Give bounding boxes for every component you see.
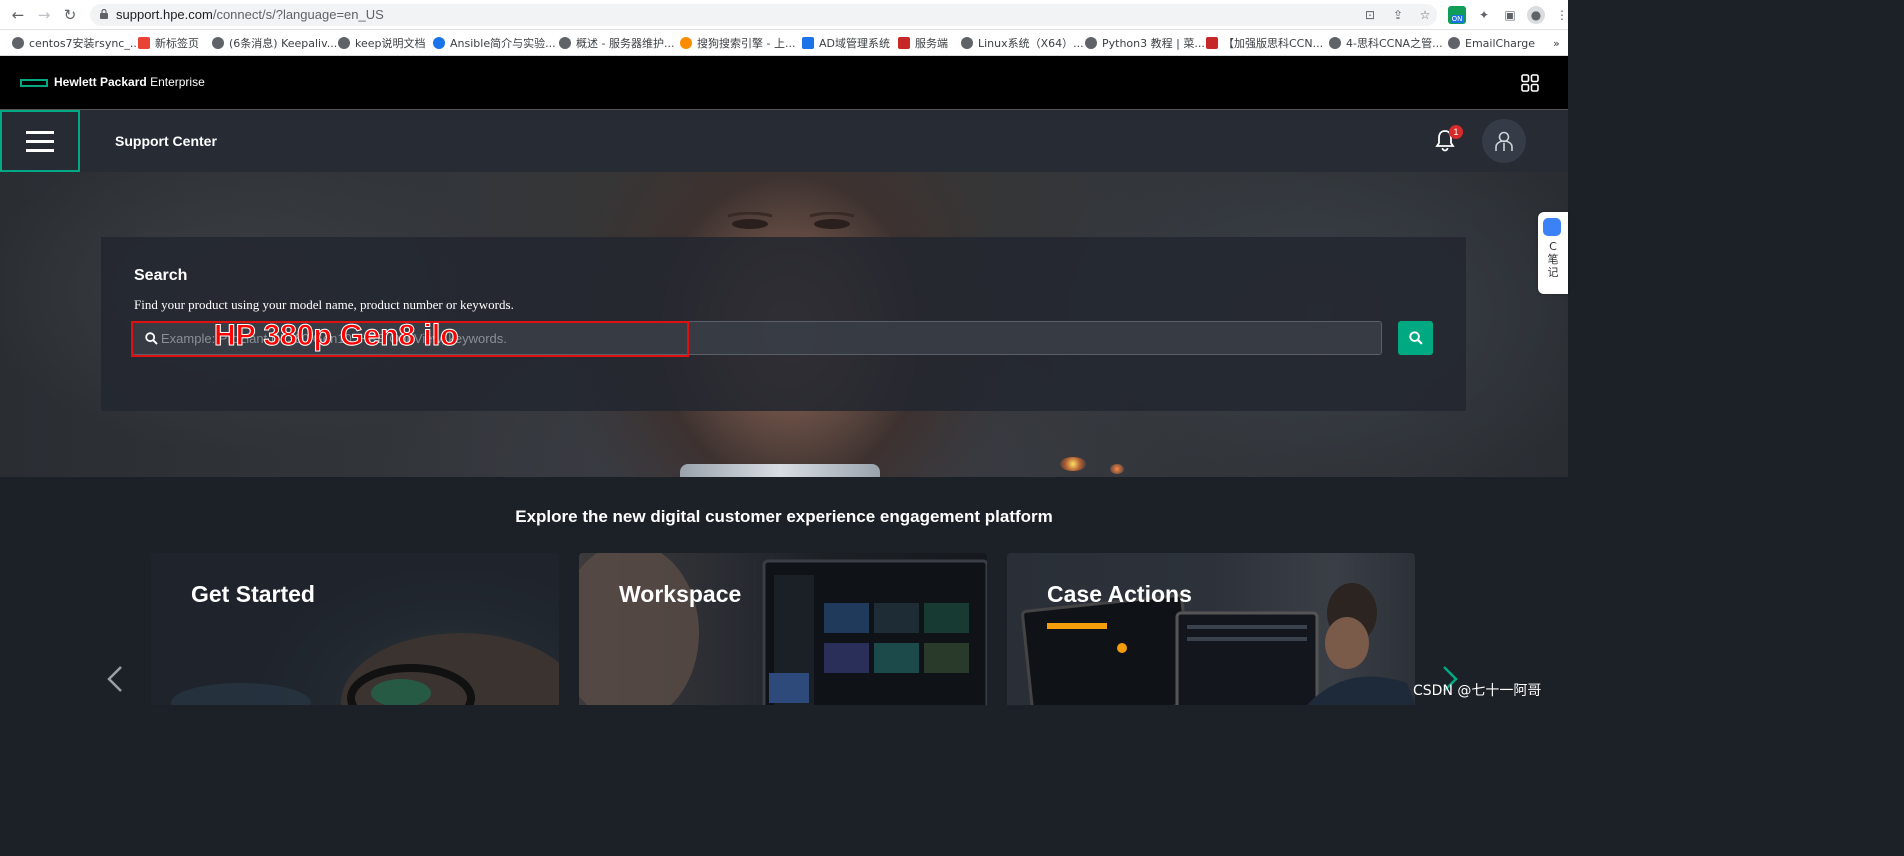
user-icon [1495,131,1513,151]
hero-image [727,212,855,229]
user-account-button[interactable] [1482,119,1526,163]
bookmark-item[interactable]: Ansible简介与实验... [433,35,556,51]
carousel-prev-icon[interactable] [105,665,125,693]
forward-icon[interactable]: → [34,5,54,25]
url-text: support.hpe.com/connect/s/?language=en_U… [116,7,384,22]
bookmark-star-icon[interactable]: ☆ [1417,7,1433,23]
bookmark-item[interactable]: AD域管理系统 [802,35,890,51]
card-title: Get Started [191,581,315,607]
bookmark-item[interactable]: 服务端 [898,35,948,51]
globe-icon [1329,37,1341,49]
search-button[interactable] [1398,321,1433,355]
search-subtitle: Find your product using your model name,… [134,297,514,312]
side-note-widget[interactable]: C笔记 [1538,212,1568,294]
watermark-text: CSDN @七十一阿哥 [1413,683,1542,699]
hpe-brand-name[interactable]: Hewlett Packard Enterprise [54,75,205,89]
card-case-actions[interactable]: Case Actions [1007,553,1415,705]
globe-icon [12,37,24,49]
51cto-icon [1206,37,1218,49]
bookmark-item[interactable]: 4-思科CCNA之管... [1329,35,1443,51]
profile-icon[interactable]: ● [1527,6,1545,24]
bokeh-light [1110,464,1124,474]
globe-icon [1448,37,1460,49]
card-title: Workspace [619,581,742,607]
menu-kebab-icon[interactable]: ⋮ [1553,6,1571,24]
menu-hamburger-icon[interactable] [0,110,80,172]
sogou-icon [680,37,692,49]
bookmarks-overflow-icon[interactable]: » [1553,35,1560,51]
translate-icon[interactable]: ⊡ [1362,7,1378,23]
bokeh-light [1060,457,1086,471]
hpe-header: Hewlett Packard Enterprise [0,56,1568,110]
card-workspace[interactable]: Workspace [579,553,987,705]
bookmark-item[interactable]: keep说明文档 [338,35,426,51]
card-image [171,633,559,705]
lock-icon [100,9,108,19]
bookmark-item[interactable]: Python3 教程 | 菜... [1085,35,1205,51]
card-image [579,553,987,705]
support-header: Support Center 1 [0,110,1568,172]
globe-icon [338,37,350,49]
bookmark-item[interactable]: 【加强版思科CCN... [1206,35,1323,51]
bookmark-item[interactable]: 搜狗搜索引擎 - 上... [680,35,795,51]
card-title: Case Actions [1047,581,1192,607]
apps-grid-icon[interactable] [1521,74,1539,92]
bookmark-item[interactable]: centos7安装rsync_... [12,35,140,51]
reload-icon[interactable]: ↻ [60,5,80,25]
card-image [1021,583,1415,705]
browser-toolbar: ← → ↻ support.hpe.com/connect/s/?languag… [0,0,1568,30]
ad-icon [802,37,814,49]
newtab-icon [138,37,150,49]
explore-heading: Explore the new digital customer experie… [515,507,1053,526]
bookmark-item[interactable]: Linux系统（X64）... [961,35,1084,51]
tablet-edge [680,464,880,477]
ansible-icon [433,37,445,49]
globe-icon [961,37,973,49]
note-icon [1543,218,1561,236]
annotation-text: HP 380p Gen8 ilo [214,319,460,353]
hpe-logo-icon[interactable] [20,79,48,87]
globe-icon [559,37,571,49]
side-widget-label: C笔记 [1547,240,1559,279]
address-bar[interactable]: support.hpe.com/connect/s/?language=en_U… [90,4,1437,26]
card-get-started[interactable]: Get Started [151,553,559,705]
search-heading: Search [134,267,188,284]
notification-badge: 1 [1449,125,1463,139]
globe-icon [212,37,224,49]
bookmark-item[interactable]: (6条消息) Keepaliv... [212,35,337,51]
bookmarks-bar: centos7安装rsync_... 新标签页 (6条消息) Keepaliv.… [0,30,1568,56]
side-panel-icon[interactable]: ▣ [1501,6,1519,24]
bookmark-item[interactable]: EmailCharge [1448,35,1535,51]
extensions-puzzle-icon[interactable]: ✦ [1475,6,1493,24]
page-title[interactable]: Support Center [115,133,217,149]
globe-icon [1085,37,1097,49]
bookmark-item[interactable]: 概述 - 服务器维护... [559,35,674,51]
bookmark-item[interactable]: 新标签页 [138,35,199,51]
back-icon[interactable]: ← [8,5,28,25]
filezilla-icon [898,37,910,49]
search-icon [1408,331,1423,345]
share-icon[interactable]: ⇪ [1390,7,1406,23]
extension-on-icon[interactable]: ON [1448,6,1466,24]
